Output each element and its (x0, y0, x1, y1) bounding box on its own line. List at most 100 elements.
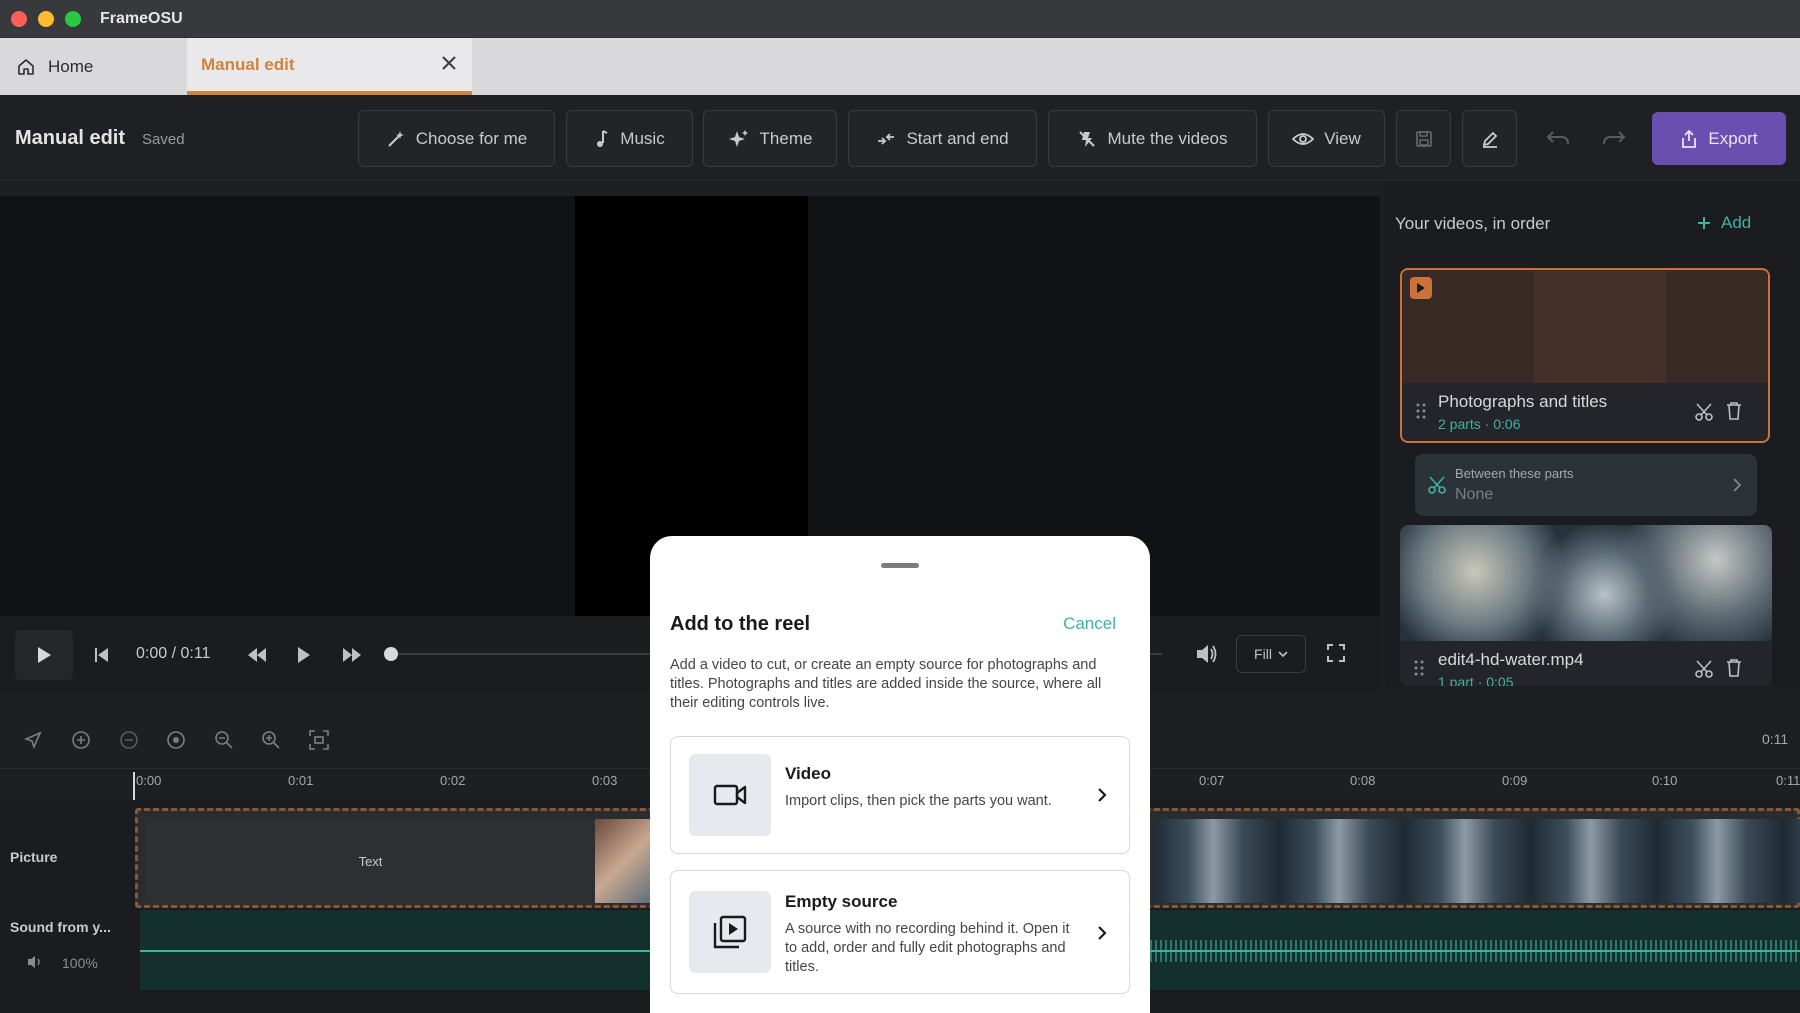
track-volume: 100% (62, 955, 98, 971)
timeline-duration: 0:11 (1762, 731, 1789, 747)
ruler-tick: 0:07 (1199, 773, 1225, 788)
ruler-tick: 0:03 (592, 773, 618, 788)
music-label: Music (620, 128, 665, 148)
fit-select-value: Fill (1254, 646, 1272, 662)
volume-icon[interactable] (27, 955, 43, 969)
magnet-snap-icon[interactable] (166, 730, 186, 750)
scrubber-track-end (1150, 653, 1162, 655)
video-camera-icon (689, 754, 771, 836)
thumbnail (1666, 270, 1768, 383)
sparkle-icon (728, 128, 750, 150)
sound-track-label: Sound from y... (10, 919, 111, 935)
water-thumbnail (1400, 525, 1772, 641)
video-option-title: Video (785, 764, 831, 783)
transition-between-parts[interactable]: Between these parts None (1415, 454, 1757, 516)
ruler-tick: 0:08 (1350, 773, 1376, 788)
drag-handle-icon[interactable] (1414, 660, 1424, 676)
fit-timeline-icon[interactable] (309, 730, 329, 750)
ruler-tick: 0:09 (1502, 773, 1528, 788)
drag-handle-icon[interactable] (1416, 403, 1426, 419)
remove-circle-icon[interactable] (119, 730, 139, 750)
music-button[interactable]: Music (566, 110, 693, 167)
minimize-window-button[interactable] (38, 11, 54, 27)
undo-icon[interactable] (1545, 128, 1571, 148)
tab-home[interactable]: Home (0, 38, 186, 95)
ruler-tick: 0:11 (1776, 773, 1800, 788)
mute-icon (1077, 129, 1097, 149)
view-button[interactable]: View (1268, 110, 1385, 167)
scrubber-handle[interactable] (384, 647, 398, 661)
add-circle-icon[interactable] (71, 730, 91, 750)
cancel-button[interactable]: Cancel (1063, 614, 1116, 634)
sheet-description: Add a video to cut, or create an empty s… (670, 657, 1102, 711)
mute-videos-label: Mute the videos (1107, 128, 1228, 148)
export-icon (1680, 129, 1698, 149)
close-window-button[interactable] (11, 11, 27, 27)
fast-forward-icon[interactable] (342, 648, 362, 662)
start-and-end-button[interactable]: Start and end (848, 110, 1037, 167)
scissors-icon (1427, 475, 1447, 495)
chevron-right-icon (1097, 787, 1107, 803)
home-icon (16, 57, 36, 77)
video-option-description: Import clips, then pick the parts you wa… (785, 793, 1052, 809)
zoom-in-icon[interactable] (261, 730, 281, 750)
video-list-title: Your videos, in order (1395, 214, 1551, 233)
theme-button[interactable]: Theme (703, 110, 837, 167)
tab-bar: Home Manual edit (0, 38, 1800, 95)
scrubber-track[interactable] (398, 653, 650, 655)
scissors-icon[interactable] (1694, 402, 1714, 422)
theme-label: Theme (759, 128, 813, 148)
video-meta: 1 part · 0:05 (1438, 674, 1514, 686)
save-button[interactable] (1396, 110, 1451, 167)
music-note-icon (594, 129, 610, 149)
ruler-tick: 0:10 (1652, 773, 1678, 788)
export-button[interactable]: Export (1652, 112, 1786, 165)
water-clip-thumbnails (1153, 819, 1800, 903)
skip-to-start-icon[interactable] (94, 647, 110, 663)
edit-button[interactable] (1462, 110, 1517, 167)
redo-icon[interactable] (1601, 128, 1627, 148)
play-icon (38, 647, 51, 663)
fullscreen-icon[interactable] (1327, 644, 1345, 662)
window-titlebar: FrameOSU (0, 0, 1800, 38)
trash-icon[interactable] (1726, 658, 1742, 678)
scissors-icon[interactable] (1694, 659, 1714, 679)
mute-videos-button[interactable]: Mute the videos (1048, 110, 1257, 167)
close-tab-icon[interactable] (440, 54, 458, 72)
page-title: Manual edit (15, 127, 126, 149)
step-play-icon[interactable] (297, 647, 311, 663)
volume-icon[interactable] (1195, 643, 1219, 665)
ruler-tick: 0:01 (288, 773, 314, 788)
media-library-icon (689, 891, 771, 973)
video-option[interactable]: Video Import clips, then pick the parts … (670, 736, 1130, 854)
sheet-title: Add to the reel (670, 613, 811, 635)
picture-track-label: Picture (10, 849, 58, 865)
trim-arrows-icon (876, 129, 896, 149)
toolbar: Manual edit Saved Choose for me Music Th… (0, 95, 1800, 181)
plus-icon (1697, 216, 1711, 230)
video-card-photos[interactable]: Photographs and titles 2 parts · 0:06 (1400, 268, 1770, 443)
trash-icon[interactable] (1726, 401, 1742, 421)
play-button[interactable] (15, 630, 73, 680)
timecode: 0:00 / 0:11 (136, 645, 211, 662)
transition-value: None (1455, 486, 1494, 503)
save-icon (1415, 130, 1433, 148)
chevron-down-icon (1278, 650, 1288, 658)
choose-for-me-button[interactable]: Choose for me (358, 110, 555, 167)
fit-select[interactable]: Fill (1236, 635, 1306, 673)
pointer-icon[interactable] (24, 731, 42, 749)
zoom-out-icon[interactable] (214, 730, 234, 750)
add-video-label: Add (1721, 213, 1752, 232)
zoom-window-button[interactable] (65, 11, 81, 27)
rewind-icon[interactable] (247, 648, 267, 662)
tab-manual-edit[interactable]: Manual edit (187, 38, 472, 95)
empty-source-title: Empty source (785, 892, 898, 911)
video-card-water[interactable]: edit4-hd-water.mp4 1 part · 0:05 (1400, 525, 1772, 686)
video-name: edit4-hd-water.mp4 (1438, 650, 1584, 669)
sheet-drag-handle[interactable] (881, 563, 919, 568)
eye-icon (1292, 131, 1315, 147)
add-video-button[interactable]: Add (1697, 213, 1751, 233)
choose-for-me-label: Choose for me (415, 128, 528, 148)
text-clip[interactable]: Text (146, 819, 595, 903)
empty-source-option[interactable]: Empty source A source with no recording … (670, 870, 1130, 994)
